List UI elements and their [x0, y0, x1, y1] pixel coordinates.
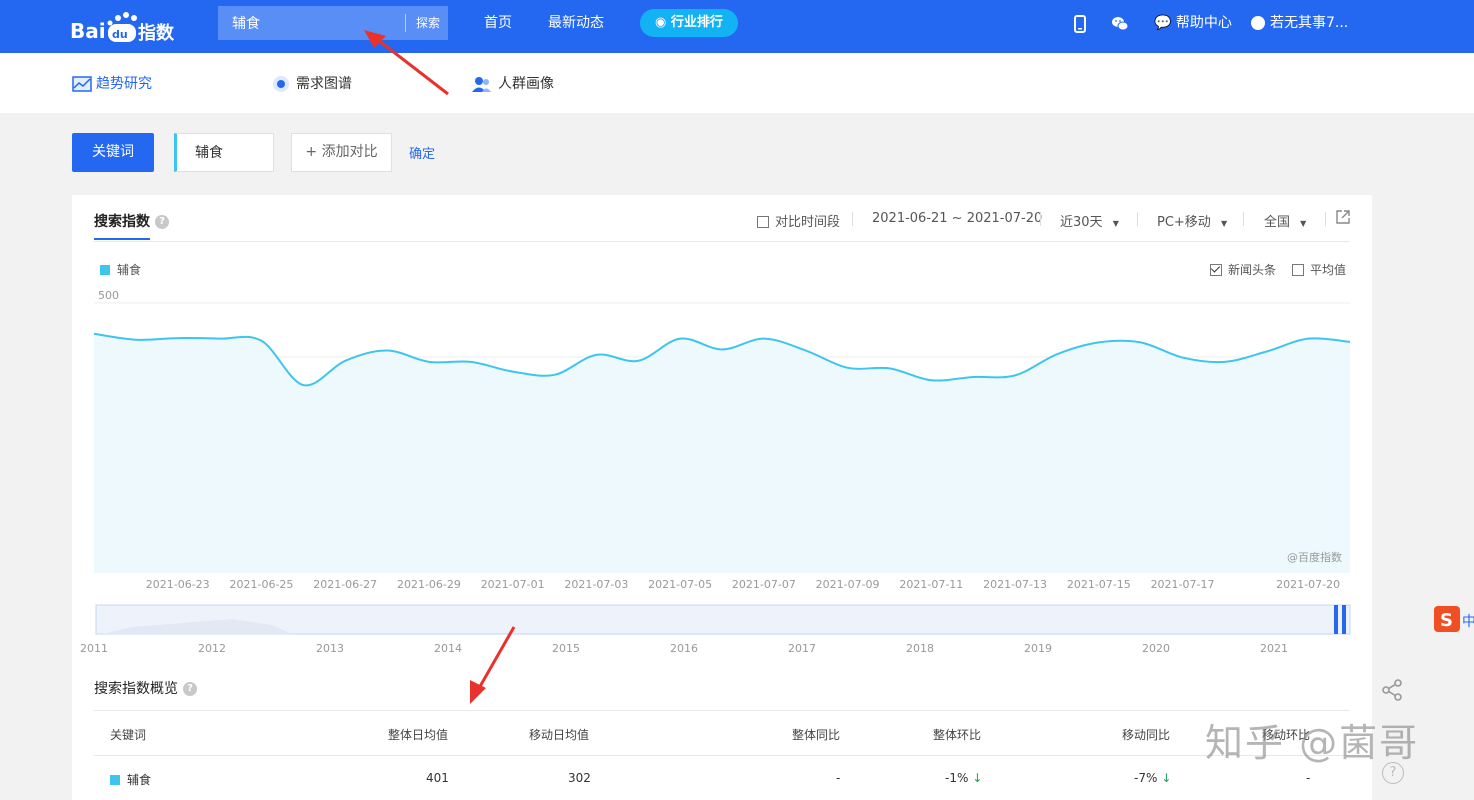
tab-trend-research-label: 趋势研究 — [96, 76, 152, 92]
question-icon[interactable]: ? — [183, 682, 197, 696]
timeline-year-label: 2012 — [198, 642, 226, 655]
location-pin-icon: ◉ — [655, 15, 667, 30]
top-bar: Bai du 指数 探索 首页 最新动态 ◉ 行业排行 💬 帮助中心 若无其事7… — [0, 0, 1474, 53]
confirm-button[interactable]: 确定 — [409, 143, 435, 162]
col-overall-avg: 整体日均值 — [388, 728, 449, 742]
tab-demand-map-label: 需求图谱 — [296, 76, 352, 92]
x-tick-label: 2021-06-23 — [146, 578, 210, 591]
chat-bubble-icon: 💬 — [1154, 15, 1172, 31]
row-overall-yoy: - — [836, 771, 841, 785]
x-tick-label: 2021-07-13 — [983, 578, 1047, 591]
target-icon — [273, 76, 289, 92]
brush-handle-left — [1334, 605, 1338, 634]
legend-swatch — [110, 774, 120, 785]
svg-text:Bai: Bai — [70, 19, 106, 43]
timeline-year-label: 2019 — [1024, 642, 1052, 655]
x-tick-label: 2021-07-01 — [481, 578, 545, 591]
watermark: 知乎 @菌哥 — [1205, 721, 1420, 765]
col-overall-mom: 整体环比 — [933, 728, 982, 742]
x-tick-label: 2021-07-03 — [564, 578, 628, 591]
row-mobile-yoy: -7% ↓ — [1134, 771, 1171, 785]
x-tick-label: 2021-07-11 — [899, 578, 963, 591]
col-keyword: 关键词 — [110, 728, 147, 742]
col-mobile-yoy: 移动同比 — [1122, 728, 1171, 742]
tab-trend-research[interactable]: 趋势研究 — [72, 53, 152, 115]
search-index-panel: 搜索指数? 对比时间段 2021-06-21 ~ 2021-07-20 近30天… — [72, 195, 1372, 800]
x-tick-label: 2021-06-27 — [313, 578, 377, 591]
keyword-chip[interactable]: 辅食 — [174, 133, 274, 172]
x-tick-label: 2021-07-17 — [1151, 578, 1215, 591]
industry-rank-button[interactable]: ◉ 行业排行 — [640, 9, 738, 37]
overview-title: 搜索指数概览? — [94, 678, 197, 698]
add-compare-button[interactable]: + 添加对比 — [291, 133, 392, 172]
trend-chart-icon — [72, 76, 92, 92]
nav-latest-news[interactable]: 最新动态 — [548, 0, 604, 46]
timeline-year-label: 2020 — [1142, 642, 1170, 655]
industry-rank-label: 行业排行 — [670, 15, 723, 30]
row-mobile-mom: - — [1306, 771, 1311, 785]
avatar — [1251, 16, 1265, 30]
wechat-icon[interactable] — [1111, 15, 1129, 33]
search-index-chart[interactable]: 500400300200100@百度指数2021-06-232021-06-25… — [72, 195, 1372, 665]
timeline-year-label: 2011 — [80, 642, 108, 655]
timeline-brush — [95, 604, 1351, 635]
timeline-year-label: 2021 — [1260, 642, 1288, 655]
baidu-index-logo[interactable]: Bai du 指数 — [70, 8, 180, 46]
keyword-button[interactable]: 关键词 — [72, 133, 154, 172]
brush-handle-right — [1342, 605, 1346, 634]
user-menu[interactable]: 若无其事7... — [1251, 0, 1348, 46]
down-arrow-icon: ↓ — [1161, 771, 1172, 785]
source-watermark: @百度指数 — [1287, 550, 1342, 564]
mobile-phone-icon[interactable] — [1071, 15, 1089, 33]
username: 若无其事7... — [1270, 15, 1349, 31]
x-tick-label: 2021-07-20 — [1276, 578, 1340, 591]
search-divider — [405, 14, 406, 32]
sogou-input-icon[interactable]: S 中 — [1432, 604, 1474, 634]
search-input[interactable] — [218, 6, 403, 40]
x-tick-label: 2021-06-25 — [229, 578, 293, 591]
x-tick-label: 2021-07-07 — [732, 578, 796, 591]
search-box: 探索 — [218, 6, 448, 40]
timeline-year-label: 2014 — [434, 642, 462, 655]
help-center-link[interactable]: 💬 帮助中心 — [1154, 0, 1232, 46]
timeline-year-label: 2013 — [316, 642, 344, 655]
timeline-year-label: 2015 — [552, 642, 580, 655]
x-tick-label: 2021-07-09 — [816, 578, 880, 591]
x-tick-label: 2021-07-15 — [1067, 578, 1131, 591]
help-center-label: 帮助中心 — [1175, 15, 1232, 31]
row-overall-mom-value: -1% — [945, 771, 969, 785]
row-overall-mom: -1% ↓ — [945, 771, 982, 785]
row-keyword-label: 辅食 — [127, 773, 152, 787]
overview-title-text: 搜索指数概览 — [94, 681, 178, 697]
svg-text:S: S — [1440, 610, 1453, 631]
nav-home[interactable]: 首页 — [484, 0, 512, 46]
share-icon[interactable] — [1380, 678, 1404, 702]
overview-table-header: 关键词 整体日均值 移动日均值 整体同比 整体环比 移动同比 移动环比 — [94, 711, 1350, 755]
timeline-year-label: 2016 — [670, 642, 698, 655]
table-row: 辅食 401 302 - -1% ↓ -7% ↓ - — [94, 756, 1350, 800]
users-icon — [472, 77, 491, 92]
y-tick-label: 500 — [98, 289, 119, 302]
row-mobile-avg: 302 — [568, 771, 591, 785]
x-tick-label: 2021-07-05 — [648, 578, 712, 591]
svg-text:指数: 指数 — [138, 22, 175, 44]
tab-demand-map[interactable]: 需求图谱 — [272, 53, 352, 115]
row-mobile-yoy-value: -7% — [1134, 771, 1158, 785]
tab-audience-profile-label: 人群画像 — [498, 76, 554, 92]
sub-navigation: 趋势研究 需求图谱 人群画像 — [0, 53, 1474, 113]
down-arrow-icon: ↓ — [972, 771, 983, 785]
timeline-year-label: 2017 — [788, 642, 816, 655]
x-tick-label: 2021-06-29 — [397, 578, 461, 591]
tab-audience-profile[interactable]: 人群画像 — [472, 53, 554, 115]
svg-text:du: du — [112, 28, 128, 41]
col-overall-yoy: 整体同比 — [792, 728, 841, 742]
svg-text:中: 中 — [1462, 614, 1474, 630]
col-mobile-avg: 移动日均值 — [529, 728, 590, 742]
explore-button[interactable]: 探索 — [408, 6, 448, 40]
timeline-year-label: 2018 — [906, 642, 934, 655]
row-keyword: 辅食 — [110, 771, 151, 788]
row-overall-avg: 401 — [426, 771, 449, 785]
series-area — [94, 333, 1350, 573]
